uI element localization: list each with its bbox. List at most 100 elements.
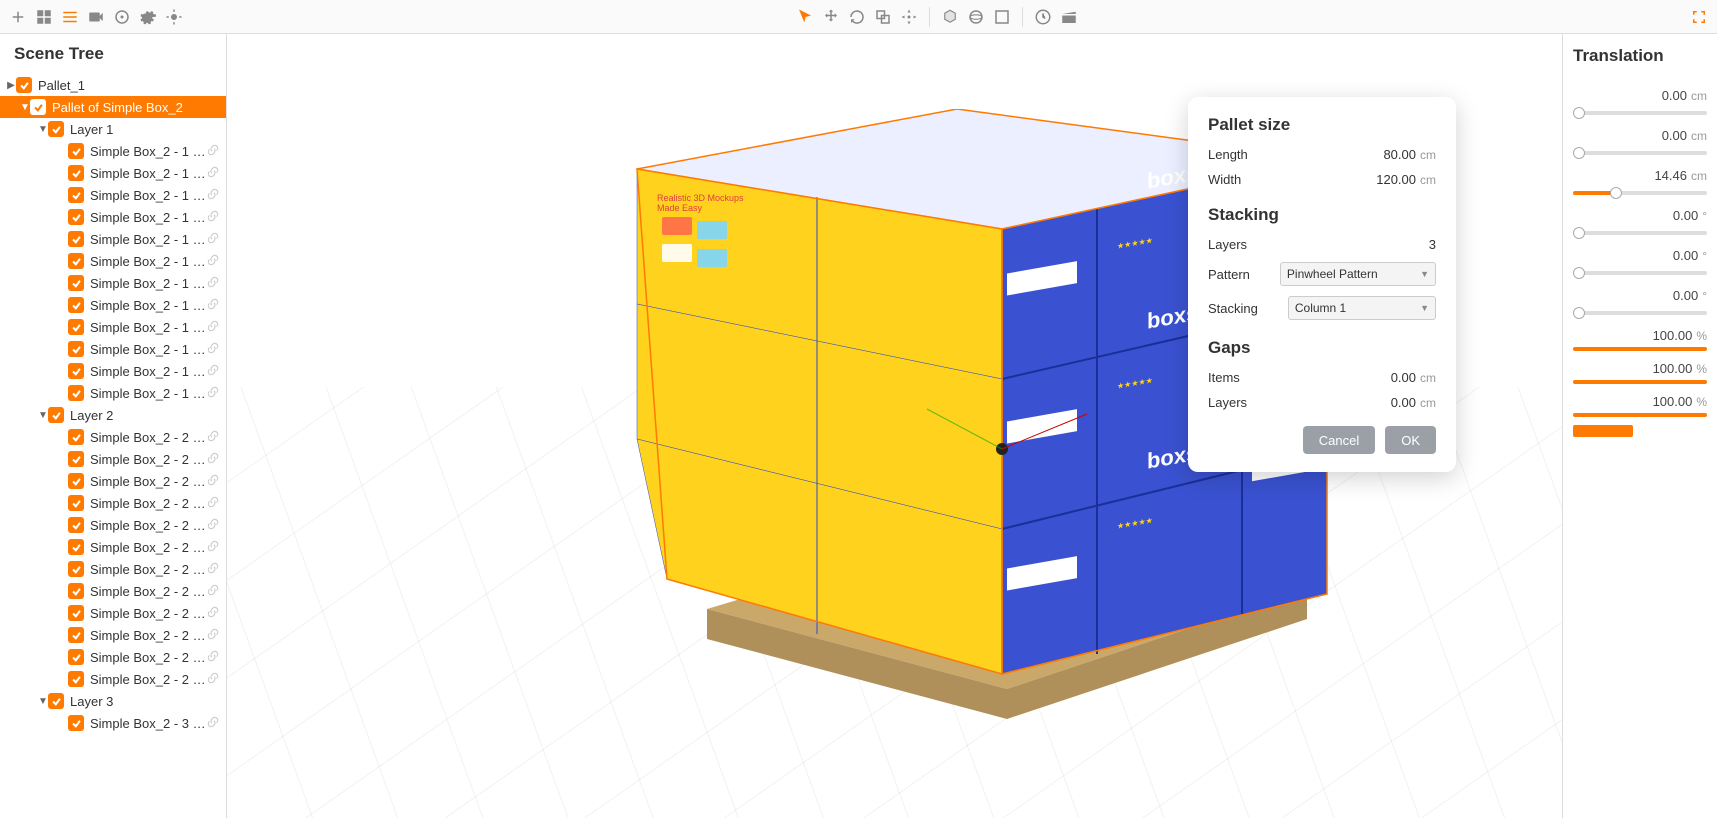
visibility-checkbox[interactable] (68, 275, 84, 291)
link-icon[interactable] (206, 341, 220, 358)
visibility-checkbox[interactable] (68, 561, 84, 577)
disclosure-icon[interactable]: ▼ (38, 124, 48, 135)
visibility-checkbox[interactable] (68, 319, 84, 335)
value-slider[interactable] (1573, 425, 1633, 437)
tree-item[interactable]: Simple Box_2 - 1 - 10 (0, 338, 226, 360)
gap-items-value[interactable]: 0.00 (1391, 370, 1416, 385)
gap-layers-value[interactable]: 0.00 (1391, 395, 1416, 410)
move-tool-icon[interactable] (819, 5, 843, 29)
tree-item[interactable]: Simple Box_2 - 2 - 8 (0, 580, 226, 602)
link-icon[interactable] (206, 319, 220, 336)
layers-value[interactable]: 3 (1429, 237, 1436, 252)
visibility-checkbox[interactable] (68, 715, 84, 731)
link-icon[interactable] (206, 605, 220, 622)
link-icon[interactable] (206, 209, 220, 226)
link-icon[interactable] (206, 187, 220, 204)
snap-icon[interactable] (938, 5, 962, 29)
link-icon[interactable] (206, 385, 220, 402)
tree-item[interactable]: ▼Layer 2 (0, 404, 226, 426)
tree-item[interactable]: ▼Layer 1 (0, 118, 226, 140)
visibility-checkbox[interactable] (68, 429, 84, 445)
scale-tool-icon[interactable] (871, 5, 895, 29)
disclosure-icon[interactable]: ▶ (6, 80, 16, 91)
tree-item[interactable]: Simple Box_2 - 2 - 4 (0, 492, 226, 514)
length-value[interactable]: 80.00 (1383, 147, 1416, 162)
link-icon[interactable] (206, 517, 220, 534)
plane-icon[interactable] (990, 5, 1014, 29)
visibility-checkbox[interactable] (68, 627, 84, 643)
visibility-checkbox[interactable] (68, 253, 84, 269)
visibility-checkbox[interactable] (48, 121, 64, 137)
tree-item[interactable]: Simple Box_2 - 1 - 11 (0, 360, 226, 382)
link-icon[interactable] (206, 539, 220, 556)
link-icon[interactable] (206, 649, 220, 666)
visibility-checkbox[interactable] (68, 297, 84, 313)
value-slider[interactable] (1573, 347, 1707, 351)
visibility-checkbox[interactable] (68, 231, 84, 247)
list-icon[interactable] (58, 5, 82, 29)
visibility-checkbox[interactable] (68, 363, 84, 379)
visibility-checkbox[interactable] (68, 671, 84, 687)
tree-item[interactable]: Simple Box_2 - 2 - 6 (0, 536, 226, 558)
tree-item[interactable]: Simple Box_2 - 2 - 11 (0, 646, 226, 668)
link-icon[interactable] (206, 451, 220, 468)
tree-item[interactable]: Simple Box_2 - 2 - 7 (0, 558, 226, 580)
light-icon[interactable] (162, 5, 186, 29)
link-icon[interactable] (206, 473, 220, 490)
visibility-checkbox[interactable] (68, 605, 84, 621)
tree-item[interactable]: ▶Pallet_1 (0, 74, 226, 96)
tree-item[interactable]: Simple Box_2 - 2 - 12 (0, 668, 226, 690)
pivot-tool-icon[interactable] (897, 5, 921, 29)
tree-item[interactable]: Simple Box_2 - 1 - 8 (0, 294, 226, 316)
tree-item[interactable]: Simple Box_2 - 1 - 2 (0, 162, 226, 184)
tree-item[interactable]: Simple Box_2 - 1 - 9 (0, 316, 226, 338)
value-slider[interactable] (1573, 151, 1707, 155)
tree-item[interactable]: ▼Pallet of Simple Box_2 (0, 96, 226, 118)
tree-item[interactable]: Simple Box_2 - 2 - 3 (0, 470, 226, 492)
orbit-icon[interactable] (964, 5, 988, 29)
link-icon[interactable] (206, 231, 220, 248)
visibility-checkbox[interactable] (68, 539, 84, 555)
value-slider[interactable] (1573, 231, 1707, 235)
tree-item[interactable]: Simple Box_2 - 2 - 1 (0, 426, 226, 448)
cancel-button[interactable]: Cancel (1303, 426, 1375, 454)
link-icon[interactable] (206, 143, 220, 160)
cursor-tool-icon[interactable] (793, 5, 817, 29)
tree-item[interactable]: Simple Box_2 - 2 - 10 (0, 624, 226, 646)
value-slider[interactable] (1573, 413, 1707, 417)
link-icon[interactable] (206, 165, 220, 182)
value-slider[interactable] (1573, 311, 1707, 315)
tree-item[interactable]: Simple Box_2 - 1 - 12 (0, 382, 226, 404)
width-value[interactable]: 120.00 (1376, 172, 1416, 187)
grid-icon[interactable] (32, 5, 56, 29)
scene-tree[interactable]: ▶Pallet_1▼Pallet of Simple Box_2▼Layer 1… (0, 74, 226, 818)
visibility-checkbox[interactable] (30, 99, 46, 115)
tree-item[interactable]: Simple Box_2 - 1 - 7 (0, 272, 226, 294)
clapper-icon[interactable] (1057, 5, 1081, 29)
visibility-checkbox[interactable] (68, 385, 84, 401)
visibility-checkbox[interactable] (68, 495, 84, 511)
visibility-checkbox[interactable] (68, 341, 84, 357)
tree-item[interactable]: Simple Box_2 - 1 - 6 (0, 250, 226, 272)
add-icon[interactable] (6, 5, 30, 29)
link-icon[interactable] (206, 253, 220, 270)
gear-icon[interactable] (136, 5, 160, 29)
pattern-select[interactable]: Pinwheel Pattern ▼ (1280, 262, 1436, 286)
tree-item[interactable]: Simple Box_2 - 1 - 5 (0, 228, 226, 250)
value-slider[interactable] (1573, 380, 1707, 384)
fullscreen-icon[interactable] (1687, 5, 1711, 29)
rotate-tool-icon[interactable] (845, 5, 869, 29)
link-icon[interactable] (206, 583, 220, 600)
link-icon[interactable] (206, 429, 220, 446)
disclosure-icon[interactable]: ▼ (20, 102, 30, 113)
tree-item[interactable]: Simple Box_2 - 1 - 1 (0, 140, 226, 162)
value-slider[interactable] (1573, 111, 1707, 115)
link-icon[interactable] (206, 275, 220, 292)
stacking-select[interactable]: Column 1 ▼ (1288, 296, 1436, 320)
visibility-checkbox[interactable] (68, 517, 84, 533)
link-icon[interactable] (206, 715, 220, 732)
link-icon[interactable] (206, 363, 220, 380)
tree-item[interactable]: Simple Box_2 - 2 - 2 (0, 448, 226, 470)
ok-button[interactable]: OK (1385, 426, 1436, 454)
tree-item[interactable]: Simple Box_2 - 1 - 4 (0, 206, 226, 228)
